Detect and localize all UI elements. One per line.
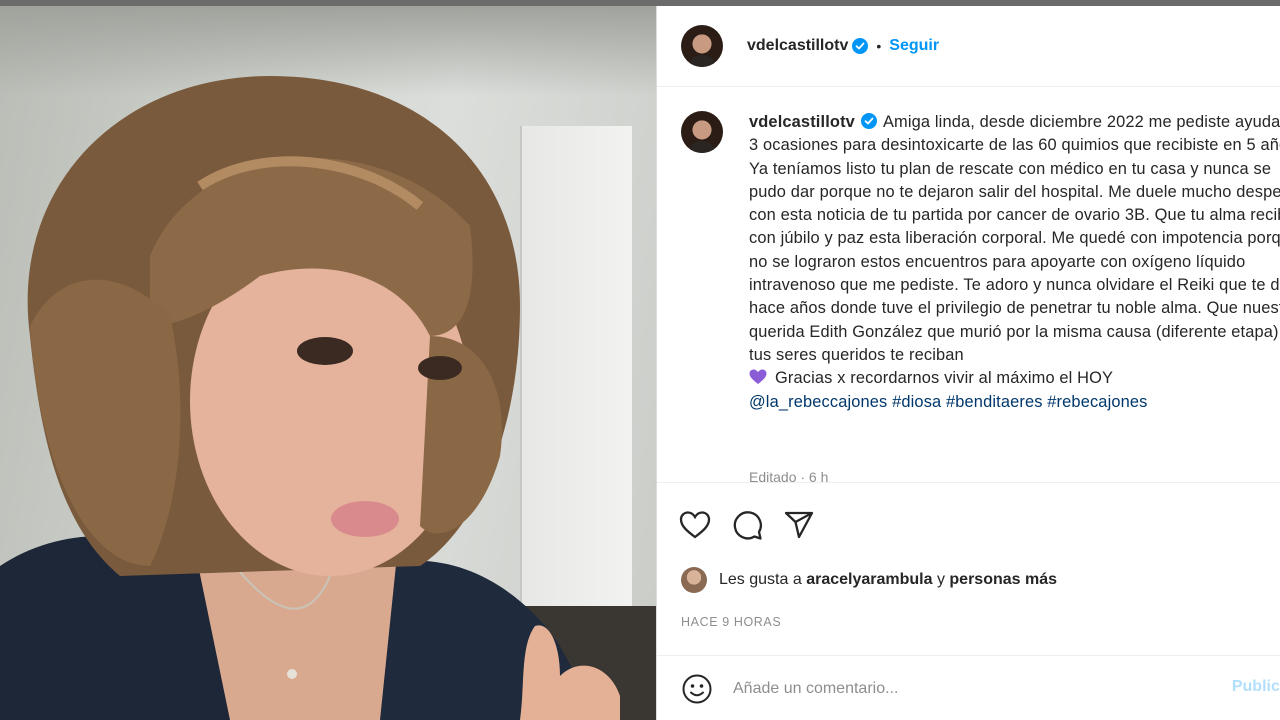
likes-prefix: Les gusta a — [719, 571, 802, 588]
verified-badge-icon — [852, 38, 869, 54]
like-button[interactable] — [677, 507, 713, 543]
publish-button[interactable]: Publicar — [1232, 678, 1280, 696]
caption-closing: Gracias x recordarnos vivir al máximo el… — [775, 369, 1114, 388]
portrait-illustration — [0, 76, 620, 720]
author-avatar[interactable] — [681, 25, 723, 67]
likes-conj: y — [936, 571, 945, 588]
comment-bar: Publicar — [657, 655, 1280, 720]
likes-others-link[interactable]: personas más — [949, 571, 1057, 589]
share-button[interactable] — [781, 507, 817, 543]
caption-body: Amiga linda, desde diciembre 2022 me ped… — [749, 113, 1280, 364]
heart-icon — [679, 511, 711, 539]
post-header: vdelcastillotv • Seguir — [657, 6, 1280, 87]
emoji-button[interactable] — [679, 671, 715, 707]
comment-input[interactable] — [731, 679, 1215, 699]
post-photo — [0, 6, 656, 720]
caption-username[interactable]: vdelcastillotv — [749, 113, 855, 131]
header-separator: • — [876, 38, 882, 54]
caption-tags[interactable]: @la_rebeccajones #diosa #benditaeres #re… — [749, 393, 1148, 411]
caption-avatar[interactable] — [681, 111, 723, 153]
comment-button[interactable] — [729, 507, 765, 543]
liker-avatar[interactable] — [681, 567, 707, 593]
purple-heart-icon — [749, 369, 767, 385]
likes-summary: Les gusta a aracelyarambula y personas m… — [681, 567, 1057, 593]
post-time: HACE 9 HORAS — [681, 615, 782, 629]
caption-text: vdelcastillotv Amiga linda, desde diciemb… — [749, 111, 1280, 414]
author-username[interactable]: vdelcastillotv — [747, 37, 848, 55]
actions-section: Les gusta a aracelyarambula y personas m… — [657, 482, 1280, 720]
share-icon — [784, 511, 814, 539]
smiley-icon — [682, 674, 712, 704]
liker-username[interactable]: aracelyarambula — [806, 571, 932, 589]
comment-icon — [733, 511, 762, 540]
action-bar — [677, 507, 817, 543]
edited-timestamp: Editado · 6 h — [749, 469, 829, 482]
verified-badge-icon — [860, 113, 877, 129]
follow-button[interactable]: Seguir — [889, 37, 939, 55]
caption-section: vdelcastillotv Amiga linda, desde diciemb… — [657, 87, 1280, 482]
post-panel: vdelcastillotv • Seguir vdelcastillotv Am… — [656, 6, 1280, 720]
